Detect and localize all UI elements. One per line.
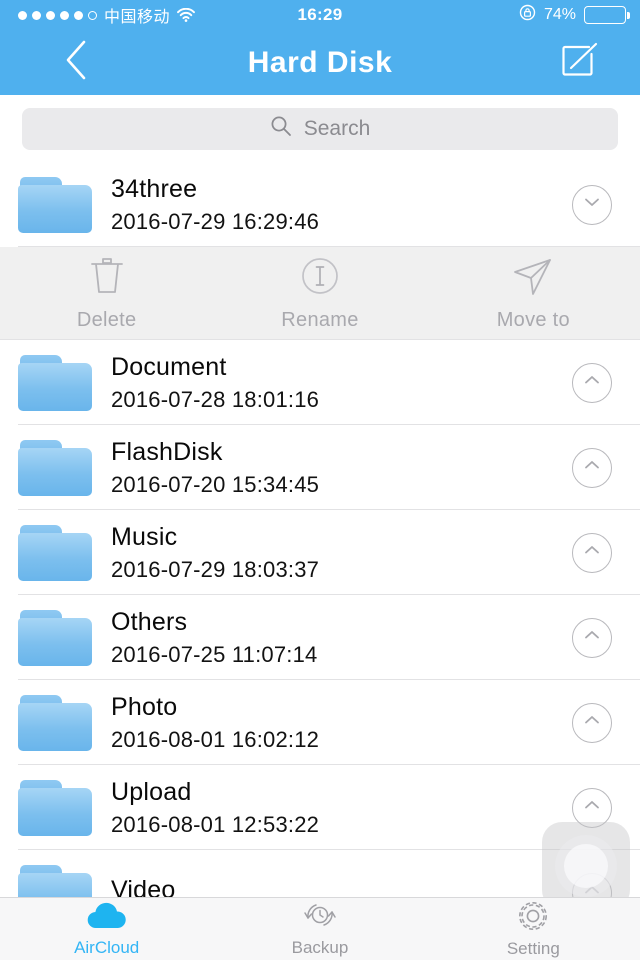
folder-icon xyxy=(18,779,96,836)
page-title: Hard Disk xyxy=(247,45,393,79)
chevron-up-icon xyxy=(582,713,602,732)
paper-plane-icon xyxy=(510,255,556,304)
file-name: Others xyxy=(111,607,188,636)
expand-toggle-button[interactable] xyxy=(572,702,612,743)
battery-icon xyxy=(584,6,630,24)
row-text: Others 2016-07-25 11:07:14 xyxy=(111,608,572,668)
search-bar-container: Search xyxy=(0,95,640,162)
tab-label: AirCloud xyxy=(74,937,140,957)
file-date: 2016-07-29 18:03:37 xyxy=(111,556,320,582)
table-row[interactable]: Document 2016-07-28 18:01:16 xyxy=(0,340,640,425)
battery-percent-label: 74% xyxy=(543,6,576,23)
file-name: Upload xyxy=(111,777,192,806)
folder-icon xyxy=(18,354,96,411)
folder-icon xyxy=(18,439,96,496)
search-icon xyxy=(270,115,292,142)
collapse-toggle-button[interactable] xyxy=(572,184,612,225)
chevron-up-icon xyxy=(582,373,602,392)
row-text: FlashDisk 2016-07-20 15:34:45 xyxy=(111,438,572,498)
navigation-bar: Hard Disk xyxy=(0,30,640,95)
gear-icon xyxy=(513,900,553,937)
tab-bar: AirCloud Backup Setting xyxy=(0,897,640,960)
row-text: Music 2016-07-29 18:03:37 xyxy=(111,523,572,583)
rename-action-button[interactable]: Rename xyxy=(213,247,426,340)
row-text: Upload 2016-08-01 12:53:22 xyxy=(111,778,572,838)
expand-toggle-button[interactable] xyxy=(572,447,612,488)
rotation-lock-icon xyxy=(519,4,536,26)
backup-sync-clock-icon xyxy=(298,901,342,936)
status-bar-right: 74% xyxy=(519,4,630,26)
file-name: Music xyxy=(111,522,178,551)
table-row[interactable]: Music 2016-07-29 18:03:37 xyxy=(0,510,640,595)
table-row[interactable]: FlashDisk 2016-07-20 15:34:45 xyxy=(0,425,640,510)
folder-icon xyxy=(18,609,96,666)
table-row[interactable]: 34three 2016-07-29 16:29:46 xyxy=(0,162,640,247)
folder-icon xyxy=(18,864,96,897)
row-action-bar: Delete Rename Move to xyxy=(0,247,640,340)
tab-setting[interactable]: Setting xyxy=(427,898,640,960)
move-to-action-button[interactable]: Move to xyxy=(427,247,640,340)
file-list[interactable]: 34three 2016-07-29 16:29:46 Delete Renam… xyxy=(0,162,640,897)
back-button[interactable] xyxy=(46,30,106,95)
status-bar: 中国移动 16:29 74% xyxy=(0,0,640,30)
row-text: Photo 2016-08-01 16:02:12 xyxy=(111,693,572,753)
rename-circle-i-icon xyxy=(298,255,342,304)
tab-label: Setting xyxy=(506,938,560,958)
file-date: 2016-08-01 16:02:12 xyxy=(111,726,320,752)
compose-edit-icon xyxy=(560,40,600,85)
delete-action-button[interactable]: Delete xyxy=(0,247,213,340)
file-name: Video xyxy=(111,875,176,898)
edit-button[interactable] xyxy=(550,30,610,95)
tab-label: Backup xyxy=(291,937,349,957)
chevron-up-icon xyxy=(582,543,602,562)
folder-icon xyxy=(18,524,96,581)
search-placeholder: Search xyxy=(303,116,371,140)
folder-icon xyxy=(18,176,96,233)
expand-toggle-button[interactable] xyxy=(572,362,612,403)
expand-toggle-button[interactable] xyxy=(572,532,612,573)
action-label: Delete xyxy=(76,308,137,331)
chevron-up-icon xyxy=(582,628,602,647)
table-row[interactable]: Photo 2016-08-01 16:02:12 xyxy=(0,680,640,765)
chevron-up-icon xyxy=(582,798,602,817)
chevron-left-icon xyxy=(63,39,89,86)
cloud-icon xyxy=(85,901,129,936)
file-date: 2016-07-25 11:07:14 xyxy=(111,641,318,667)
file-date: 2016-07-20 15:34:45 xyxy=(111,471,320,497)
file-name: Photo xyxy=(111,692,178,721)
folder-icon xyxy=(18,694,96,751)
app-screen: 中国移动 16:29 74% Hard Disk Search 34three … xyxy=(0,0,640,960)
row-text: Video xyxy=(111,876,572,898)
search-input[interactable]: Search xyxy=(22,107,618,150)
chevron-up-icon xyxy=(582,458,602,477)
action-label: Move to xyxy=(496,308,570,331)
file-date: 2016-07-28 18:01:16 xyxy=(111,386,320,412)
row-text: 34three 2016-07-29 16:29:46 xyxy=(111,175,572,235)
row-text: Document 2016-07-28 18:01:16 xyxy=(111,353,572,413)
action-label: Rename xyxy=(281,308,359,331)
file-name: 34three xyxy=(111,174,198,203)
table-row[interactable]: Others 2016-07-25 11:07:14 xyxy=(0,595,640,680)
expand-toggle-button[interactable] xyxy=(572,617,612,658)
file-date: 2016-07-29 16:29:46 xyxy=(111,208,320,234)
file-name: Document xyxy=(111,352,227,381)
file-name: FlashDisk xyxy=(111,437,223,466)
file-date: 2016-08-01 12:53:22 xyxy=(111,811,320,837)
chevron-down-icon xyxy=(582,195,602,214)
tab-aircloud[interactable]: AirCloud xyxy=(0,898,213,960)
trash-icon xyxy=(87,255,127,304)
tab-backup[interactable]: Backup xyxy=(213,898,426,960)
